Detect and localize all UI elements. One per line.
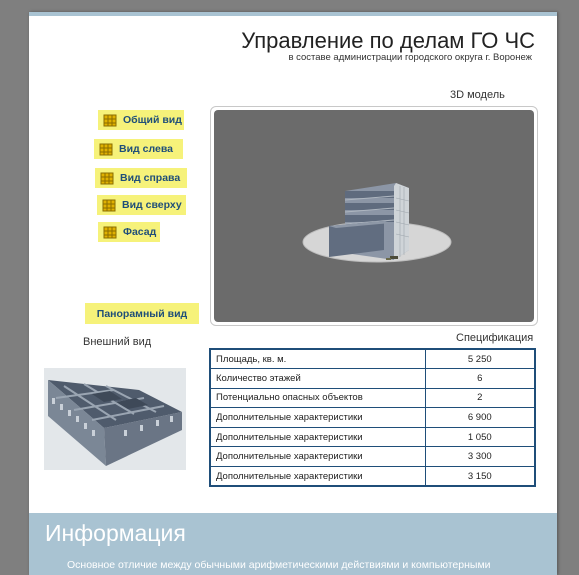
info-section: Информация Основное отличие между обычны…: [29, 513, 557, 575]
spec-value-cell: 2: [424, 387, 536, 409]
spec-value-cell: 6 900: [424, 407, 536, 428]
model-viewport[interactable]: [214, 110, 534, 322]
spec-value-cell: 3 300: [424, 446, 536, 468]
exterior-image: [44, 368, 186, 470]
info-text: Основное отличие между обычными арифмети…: [67, 559, 491, 571]
spec-name-cell: Дополнительные характеристики: [209, 466, 426, 487]
cube-icon: [103, 225, 118, 239]
panorama-view-button[interactable]: Панорамный вид: [85, 303, 199, 324]
spec-name-cell: Площадь, кв. м.: [209, 348, 426, 370]
model-viewer[interactable]: [210, 106, 538, 326]
facade-label: Фасад: [123, 226, 157, 238]
table-row: Площадь, кв. м. 5 250: [209, 348, 536, 370]
top-view-label: Вид сверху: [122, 199, 182, 211]
specification-label: Спецификация: [456, 332, 534, 344]
spec-value-cell: 6: [424, 368, 536, 389]
specification-table: Площадь, кв. м. 5 250 Количество этажей …: [209, 348, 536, 488]
table-row: Дополнительные характеристики 1 050: [209, 426, 536, 448]
spec-value-cell: 5 250: [424, 348, 536, 370]
facade-button[interactable]: Фасад: [98, 222, 160, 242]
exterior-label: Внешний вид: [83, 336, 152, 348]
cube-icon: [99, 142, 114, 156]
table-row: Дополнительные характеристики 6 900: [209, 407, 536, 428]
left-view-button[interactable]: Вид слева: [94, 139, 183, 159]
page-top-border: [29, 12, 557, 16]
cube-icon: [100, 171, 115, 185]
spec-name-cell: Дополнительные характеристики: [209, 426, 426, 448]
general-view-button[interactable]: Общий вид: [98, 110, 184, 130]
building-3d-model: [302, 183, 452, 263]
right-view-button[interactable]: Вид справа: [95, 168, 187, 188]
cube-icon: [103, 113, 118, 127]
model-viewer-label: 3D модель: [450, 89, 505, 101]
table-row: Дополнительные характеристики 3 300: [209, 446, 536, 468]
spec-name-cell: Дополнительные характеристики: [209, 407, 426, 428]
spec-name-cell: Количество этажей: [209, 368, 426, 389]
spec-value-cell: 1 050: [424, 426, 536, 448]
info-title: Информация: [45, 520, 186, 546]
general-view-label: Общий вид: [123, 114, 182, 126]
left-view-label: Вид слева: [119, 143, 173, 155]
right-view-label: Вид справа: [120, 172, 181, 184]
panorama-view-label: Панорамный вид: [96, 307, 188, 320]
top-view-button[interactable]: Вид сверху: [97, 195, 186, 215]
document-page: Управление по делам ГО ЧС в составе адми…: [29, 12, 557, 575]
page-subtitle: в составе администрации городского округ…: [288, 52, 532, 63]
cube-icon: [102, 198, 117, 212]
spec-name-cell: Потенциально опасных объектов: [209, 387, 426, 409]
table-row: Количество этажей 6: [209, 368, 536, 389]
spec-value-cell: 3 150: [424, 466, 536, 487]
table-row: Потенциально опасных объектов 2: [209, 387, 536, 409]
spec-name-cell: Дополнительные характеристики: [209, 446, 426, 468]
table-row: Дополнительные характеристики 3 150: [209, 466, 536, 487]
page-title: Управление по делам ГО ЧС: [241, 28, 535, 53]
